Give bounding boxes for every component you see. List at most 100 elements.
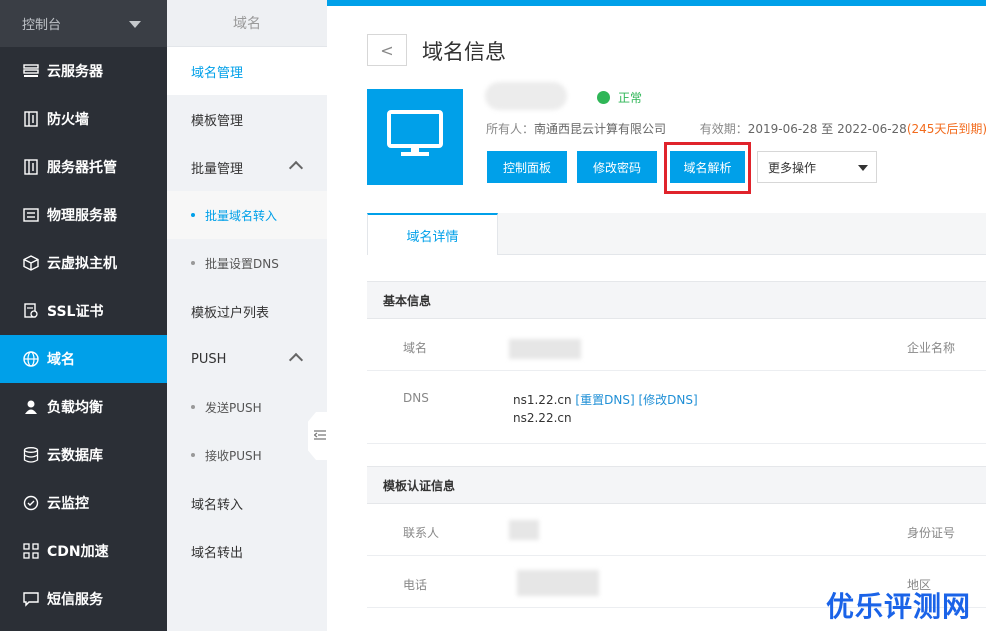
firewall-icon [22,111,39,128]
cdn-icon [22,543,39,560]
caret-down-icon [858,165,868,171]
sidebar-item-label: 短信服务 [47,592,103,608]
domain-row: 域名 企业名称 [367,319,986,371]
owner-value: 南通西昆云计算有限公司 [534,122,667,136]
tab-domain-details[interactable]: 域名详情 [367,213,498,255]
expiry-note: (245天后到期) [906,122,986,136]
more-actions-select[interactable]: 更多操作 [757,151,877,183]
hosting-icon [22,159,39,176]
certificate-icon [22,303,39,320]
subnav-label: 域名转出 [191,545,244,561]
subnav-send-push[interactable]: 发送PUSH [167,383,327,431]
domain-meta: 所有人：南通西昆云计算有限公司 有效期：2019-06-28 至 2022-06… [486,120,986,137]
caret-down-icon [129,21,141,28]
sidebar-item-domain[interactable]: 域名 [0,335,167,383]
contact-value-blurred [509,520,539,540]
reset-dns-link[interactable]: [重置DNS] [575,393,634,407]
bullet-icon [191,213,195,217]
phone-label: 电话 [403,578,428,592]
change-password-button[interactable]: 修改密码 [577,151,657,183]
watermark: 优乐评测网 [826,590,972,623]
subnav-label: 模板过户列表 [191,305,270,321]
subnav-batch-set-dns[interactable]: 批量设置DNS [167,239,327,287]
sidebar-item-label: SSL证书 [47,304,104,320]
phone-value-blurred [517,570,599,596]
subnav-domain-management[interactable]: 域名管理 [167,47,327,95]
globe-icon [22,351,39,368]
back-button[interactable]: < [367,34,407,66]
sidebar-item-label: 物理服务器 [47,208,117,224]
server-icon [22,63,39,80]
subnav-domain-transfer-in[interactable]: 域名转入 [167,479,327,527]
contact-label: 联系人 [403,526,440,540]
subnav-receive-push[interactable]: 接收PUSH [167,431,327,479]
sidebar-item-label: 云服务器 [47,64,103,80]
monitor-icon [22,495,39,512]
bullet-icon [191,453,195,457]
dns-label: DNS [403,391,429,405]
subnav-template-management[interactable]: 模板管理 [167,95,327,143]
subnav-template-transfer-list[interactable]: 模板过户列表 [167,287,327,335]
sidebar-item-hosting[interactable]: 服务器托管 [0,143,167,191]
chevron-up-icon [288,160,304,176]
validity-label: 有效期： [699,122,748,136]
sidebar-item-label: 云虚拟主机 [47,256,117,272]
page-title: 域名信息 [422,40,506,64]
validity-value: 2019-06-28 至 2022-06-28 [747,122,907,136]
subnav-label: 接收PUSH [205,448,262,463]
sidebar-item-firewall[interactable]: 防火墙 [0,95,167,143]
owner-label: 所有人： [486,122,535,136]
bullet-icon [191,261,195,265]
cube-icon [22,255,39,272]
status-dot-icon [597,91,610,104]
modify-dns-link[interactable]: [修改DNS] [638,393,697,407]
sidebar-item-label: 防火墙 [47,112,89,128]
sidebar-item-sms[interactable]: 短信服务 [0,575,167,623]
basic-info-header: 基本信息 [367,281,986,319]
database-icon [22,447,39,464]
control-panel-button[interactable]: 控制面板 [487,151,567,183]
sidebar-item-physical-server[interactable]: 物理服务器 [0,191,167,239]
status-badge: 正常 [597,89,642,106]
subnav-label: 域名转入 [191,497,244,513]
subnav-title: 域名 [167,0,327,47]
contact-row: 联系人 身份证号 [367,504,986,556]
main-content: < 域名信息 正常 所有人：南通西昆云计算有限公司 有效期：2019-06-28… [327,6,986,631]
domain-subnav: 域名 域名管理 模板管理 批量管理 批量域名转入 批量设置DNS 模板过户列表 … [167,0,327,631]
id-number-label: 身份证号 [907,526,956,540]
sidebar-item-load-balance[interactable]: 负载均衡 [0,383,167,431]
subnav-label: PUSH [191,351,227,367]
highlight-box [664,142,751,194]
more-actions-label: 更多操作 [768,160,817,175]
domain-name-blurred [485,82,567,110]
subnav-label: 批量设置DNS [205,256,279,271]
sms-icon [22,591,39,608]
subnav-label: 批量管理 [191,161,244,177]
detail-tabs: 域名详情 [367,213,986,255]
sidebar-item-cloud-server[interactable]: 云服务器 [0,47,167,95]
dns1-value: ns1.22.cn [513,393,572,407]
status-text: 正常 [618,91,643,105]
physical-server-icon [22,207,39,224]
domain-label: 域名 [403,341,428,355]
collapse-sidebar-toggle[interactable] [308,412,328,460]
sidebar-item-virtual-host[interactable]: 云虚拟主机 [0,239,167,287]
monitor-screen-icon [387,110,443,164]
subnav-label: 域名管理 [191,65,244,81]
console-dropdown[interactable]: 控制台 [0,0,167,47]
menu-collapse-icon [313,429,326,443]
subnav-batch-management[interactable]: 批量管理 [167,143,327,191]
subnav-push[interactable]: PUSH [167,335,327,383]
sidebar-item-cdn[interactable]: CDN加速 [0,527,167,575]
domain-value-blurred [509,339,581,359]
console-label: 控制台 [22,18,62,33]
sidebar-item-label: CDN加速 [47,544,109,560]
subnav-batch-transfer-in[interactable]: 批量域名转入 [167,191,327,239]
sidebar-item-monitor[interactable]: 云监控 [0,479,167,527]
chevron-left-icon: < [380,40,394,60]
bullet-icon [191,405,195,409]
sidebar-item-database[interactable]: 云数据库 [0,431,167,479]
subnav-domain-transfer-out[interactable]: 域名转出 [167,527,327,575]
sidebar-item-ssl[interactable]: SSL证书 [0,287,167,335]
dns-row: DNS ns1.22.cn [重置DNS] [修改DNS] ns2.22.cn [367,371,986,444]
